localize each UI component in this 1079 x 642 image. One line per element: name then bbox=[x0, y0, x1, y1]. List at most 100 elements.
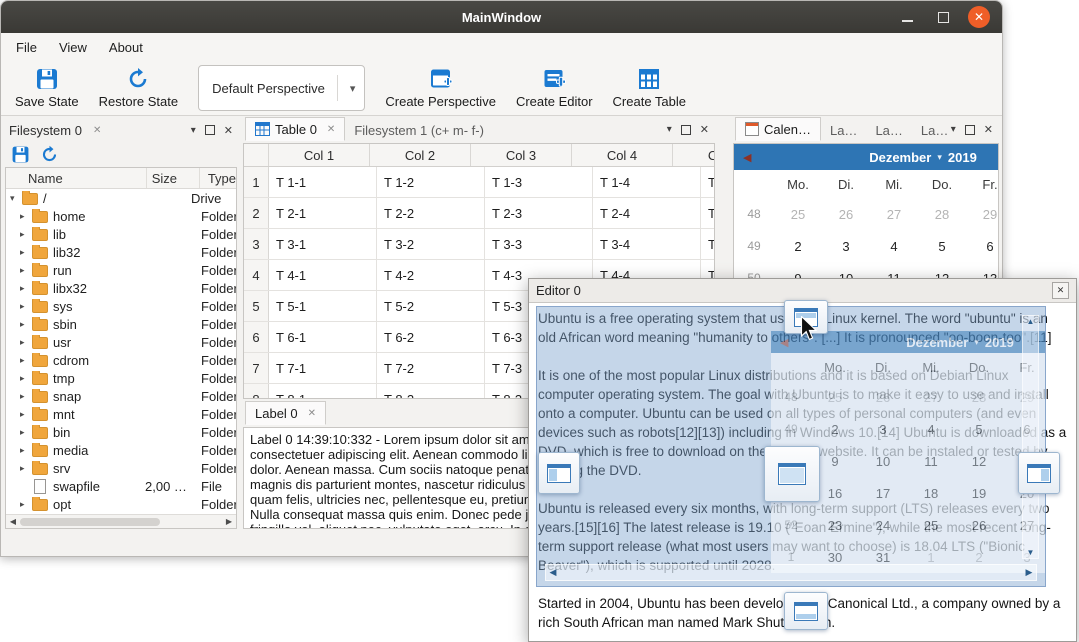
calendar-date[interactable]: 28 bbox=[918, 207, 966, 222]
table-cell[interactable]: T 3-5 bbox=[701, 229, 715, 259]
create-perspective-button[interactable]: Create Perspective bbox=[385, 67, 496, 109]
scroll-left-arrow-icon[interactable]: ◀ bbox=[6, 517, 20, 526]
save-icon[interactable] bbox=[11, 145, 30, 164]
table-row-header[interactable]: 8 bbox=[244, 384, 269, 399]
calendar-date[interactable]: 29 bbox=[966, 207, 999, 222]
tree-row[interactable]: ▸lib32Folder bbox=[6, 243, 236, 261]
close-dock-icon[interactable]: ✕ bbox=[984, 123, 993, 136]
dock-drop-indicator-bottom[interactable] bbox=[784, 592, 828, 630]
expander-icon[interactable]: ▸ bbox=[20, 373, 32, 384]
tree-row[interactable]: ▸snapFolder bbox=[6, 387, 236, 405]
calendar-date[interactable]: 3 bbox=[822, 239, 870, 254]
close-tab-icon[interactable]: ✕ bbox=[308, 408, 316, 419]
dock-menu-icon[interactable]: ▾ bbox=[191, 125, 196, 136]
table-cell[interactable]: T 2-3 bbox=[485, 198, 593, 228]
table-cell[interactable]: T 5-1 bbox=[269, 291, 377, 321]
table-row-header[interactable]: 1 bbox=[244, 167, 269, 197]
tab-calen[interactable]: Calen… bbox=[735, 117, 821, 141]
calendar-month-dropdown[interactable]: Dezember bbox=[869, 150, 931, 165]
tree-row[interactable]: ▸homeFolder bbox=[6, 207, 236, 225]
calendar-date[interactable]: 4 bbox=[870, 239, 918, 254]
minimize-button[interactable] bbox=[896, 6, 918, 28]
table-cell[interactable]: T 2-2 bbox=[377, 198, 485, 228]
table-cell[interactable]: T 3-1 bbox=[269, 229, 377, 259]
expander-icon[interactable]: ▸ bbox=[20, 499, 32, 510]
tab-la-2[interactable]: La… bbox=[866, 119, 911, 141]
close-window-icon[interactable]: ✕ bbox=[1052, 282, 1069, 299]
table-row-header[interactable]: 4 bbox=[244, 260, 269, 290]
tree-row[interactable]: ▸sbinFolder bbox=[6, 315, 236, 333]
expander-icon[interactable]: ▸ bbox=[20, 463, 32, 474]
tab-filesystem-1-c-m-f[interactable]: Filesystem 1 (c+ m- f-) bbox=[345, 119, 493, 141]
tab-label-0[interactable]: Label 0 ✕ bbox=[245, 401, 326, 425]
table-row-header[interactable]: 5 bbox=[244, 291, 269, 321]
table-row-header[interactable]: 2 bbox=[244, 198, 269, 228]
table-cell[interactable]: T 2-1 bbox=[269, 198, 377, 228]
expander-icon[interactable]: ▸ bbox=[20, 427, 32, 438]
expander-icon[interactable]: ▸ bbox=[20, 337, 32, 348]
restore-icon[interactable] bbox=[40, 145, 59, 164]
float-dock-icon[interactable] bbox=[205, 125, 215, 135]
table-cell[interactable]: T 1-4 bbox=[593, 167, 701, 197]
table-cell[interactable]: T 1-3 bbox=[485, 167, 593, 197]
perspective-select[interactable]: Default Perspective ▾ bbox=[198, 65, 365, 111]
save-state-button[interactable]: Save State bbox=[15, 67, 79, 109]
restore-state-button[interactable]: Restore State bbox=[99, 67, 179, 109]
tree-row[interactable]: ▸mntFolder bbox=[6, 405, 236, 423]
tree-row[interactable]: ▸optFolder bbox=[6, 495, 236, 513]
table-cell[interactable]: T 6-1 bbox=[269, 322, 377, 352]
tree-row[interactable]: ▸runFolder bbox=[6, 261, 236, 279]
window-titlebar[interactable]: MainWindow bbox=[1, 1, 1002, 33]
tree-row[interactable]: ▸tmpFolder bbox=[6, 369, 236, 387]
tree-row[interactable]: ▸binFolder bbox=[6, 423, 236, 441]
expander-icon[interactable]: ▸ bbox=[20, 265, 32, 276]
close-dock-icon[interactable]: ✕ bbox=[700, 123, 709, 136]
tree-row[interactable]: ▸sysFolder bbox=[6, 297, 236, 315]
table-row-header[interactable]: 6 bbox=[244, 322, 269, 352]
table-column-header[interactable]: Col 1 bbox=[269, 144, 370, 166]
table-cell[interactable]: T 6-2 bbox=[377, 322, 485, 352]
scrollbar-thumb[interactable] bbox=[20, 518, 160, 526]
table-cell[interactable]: T 7-1 bbox=[269, 353, 377, 383]
calendar-date[interactable]: 27 bbox=[870, 207, 918, 222]
create-table-button[interactable]: Create Table bbox=[613, 67, 686, 109]
expander-icon[interactable]: ▸ bbox=[20, 247, 32, 258]
expander-icon[interactable]: ▸ bbox=[20, 301, 32, 312]
expander-icon[interactable]: ▸ bbox=[20, 355, 32, 366]
tree-row[interactable]: ▸libx32Folder bbox=[6, 279, 236, 297]
float-dock-icon[interactable] bbox=[681, 125, 691, 135]
tree-row[interactable]: ▸srvFolder bbox=[6, 459, 236, 477]
table-cell[interactable]: T 2-4 bbox=[593, 198, 701, 228]
dock-drop-indicator-left[interactable] bbox=[538, 452, 580, 494]
calendar-date[interactable]: 26 bbox=[822, 207, 870, 222]
calendar-date[interactable]: 6 bbox=[966, 239, 999, 254]
menu-item-file[interactable]: File bbox=[5, 35, 48, 60]
tree-row[interactable]: ▸usrFolder bbox=[6, 333, 236, 351]
dock-drop-indicator-right[interactable] bbox=[1018, 452, 1060, 494]
create-editor-button[interactable]: Create Editor bbox=[516, 67, 593, 109]
tree-row[interactable]: ▾/Drive bbox=[6, 189, 236, 207]
calendar-date[interactable]: 2 bbox=[774, 239, 822, 254]
table-cell[interactable]: T 3-3 bbox=[485, 229, 593, 259]
maximize-button[interactable] bbox=[932, 6, 954, 28]
dock-menu-icon[interactable]: ▾ bbox=[667, 124, 672, 135]
table-column-header[interactable]: Col 2 bbox=[370, 144, 471, 166]
tree-row[interactable]: ▸libFolder bbox=[6, 225, 236, 243]
tree-row[interactable]: ▸cdromFolder bbox=[6, 351, 236, 369]
horizontal-scrollbar[interactable]: ◀ ▶ bbox=[6, 514, 236, 528]
tree-column-header[interactable]: Name bbox=[6, 168, 147, 188]
tree-column-header[interactable]: Type bbox=[200, 168, 236, 188]
float-dock-icon[interactable] bbox=[965, 125, 975, 135]
expander-icon[interactable]: ▸ bbox=[20, 445, 32, 456]
expander-icon[interactable]: ▸ bbox=[20, 319, 32, 330]
dock-menu-icon[interactable]: ▾ bbox=[951, 124, 956, 135]
menu-item-about[interactable]: About bbox=[98, 35, 154, 60]
calendar-date[interactable]: 25 bbox=[774, 207, 822, 222]
table-cell[interactable]: T 7-2 bbox=[377, 353, 485, 383]
table-cell[interactable]: T 2-5 bbox=[701, 198, 715, 228]
expander-icon[interactable]: ▸ bbox=[20, 229, 32, 240]
tab-la-1[interactable]: La… bbox=[821, 119, 866, 141]
table-column-header[interactable]: Col 3 bbox=[471, 144, 572, 166]
close-button[interactable] bbox=[968, 6, 990, 28]
table-cell[interactable]: T 8-1 bbox=[269, 384, 377, 399]
